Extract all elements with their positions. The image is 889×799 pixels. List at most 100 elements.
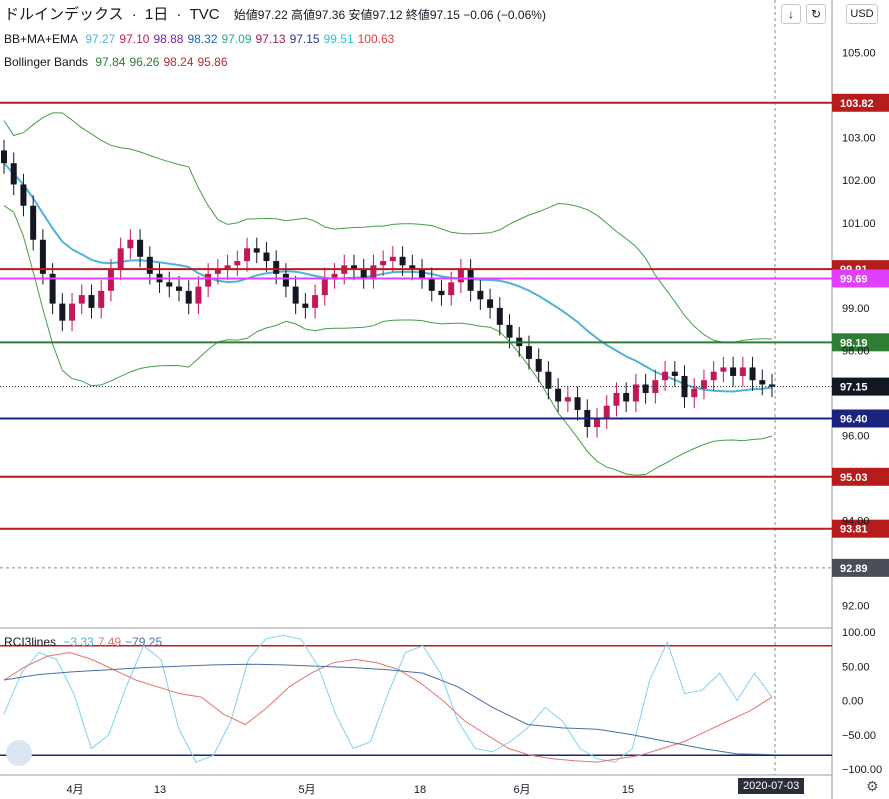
candle-body bbox=[623, 392, 630, 402]
indicator-values: 97.27 97.10 98.88 98.32 97.09 97.13 97.15 99.51… bbox=[85, 32, 398, 46]
candle-body bbox=[360, 269, 367, 279]
time-tick-label: 4月 bbox=[66, 784, 83, 796]
candle-body bbox=[671, 371, 678, 376]
indicator-value: 97.27 bbox=[85, 32, 116, 46]
candle-body bbox=[525, 346, 532, 359]
scroll-down-icon[interactable]: ↓ bbox=[781, 4, 801, 24]
tradingview-logo-icon[interactable] bbox=[6, 740, 32, 766]
candle-body bbox=[759, 380, 766, 385]
candle-body bbox=[253, 248, 260, 253]
time-tick-label: 15 bbox=[622, 784, 634, 796]
indicator-name: Bollinger Bands bbox=[4, 55, 89, 69]
candle-body bbox=[730, 367, 737, 376]
candle-body bbox=[88, 295, 95, 308]
indicator-value: 97.09 bbox=[221, 32, 252, 46]
candle-body bbox=[117, 248, 124, 270]
candle-body bbox=[574, 397, 581, 410]
candle-body bbox=[321, 278, 328, 296]
candle-body bbox=[185, 290, 192, 304]
price-chart[interactable]: 103.8299.9199.6998.1996.4095.0393.8197.1… bbox=[0, 0, 889, 799]
candle-body bbox=[642, 384, 649, 393]
indicator-value: −3.33 bbox=[63, 635, 94, 649]
candle-body bbox=[263, 252, 270, 262]
price-tick-label: 99.00 bbox=[842, 303, 870, 315]
candle-body bbox=[370, 265, 377, 279]
indicator-bollinger[interactable]: Bollinger Bands 97.84 96.26 98.24 95.86 bbox=[4, 55, 236, 69]
header-sep: · bbox=[176, 6, 182, 23]
rci-tick-label: 50.00 bbox=[842, 661, 870, 673]
candle-body bbox=[399, 256, 406, 266]
price-label: 95.03 bbox=[840, 472, 868, 484]
time-tick-label: 13 bbox=[154, 784, 166, 796]
indicator-rci[interactable]: RCI3lines −3.33 7.49 −79.25 bbox=[4, 635, 170, 649]
candle-body bbox=[146, 256, 153, 274]
indicator-value: 98.88 bbox=[153, 32, 184, 46]
price-tick-label: 96.00 bbox=[842, 431, 870, 443]
indicator-value: 95.86 bbox=[197, 55, 228, 69]
candle-body bbox=[10, 163, 17, 185]
candle-body bbox=[78, 295, 85, 304]
indicator-values: 97.84 96.26 98.24 95.86 bbox=[95, 55, 231, 69]
candle-body bbox=[273, 261, 280, 274]
indicator-name: BB+MA+EMA bbox=[4, 32, 79, 46]
time-tick-label: 5月 bbox=[298, 784, 315, 796]
indicator-value: 97.84 bbox=[95, 55, 126, 69]
candle-body bbox=[69, 303, 76, 321]
last-price-label: 97.15 bbox=[840, 382, 868, 394]
indicator-value: −79.25 bbox=[125, 635, 163, 649]
candle-body bbox=[594, 418, 601, 428]
indicator-value: 97.13 bbox=[255, 32, 286, 46]
indicator-value: 100.63 bbox=[357, 32, 395, 46]
candle-body bbox=[205, 273, 212, 287]
header-sep: · bbox=[131, 6, 137, 23]
candle-body bbox=[234, 261, 241, 266]
candle-body bbox=[700, 380, 707, 389]
candle-body bbox=[496, 307, 503, 325]
indicator-value: 7.49 bbox=[97, 635, 122, 649]
candle-body bbox=[603, 405, 610, 419]
rci-tick-label: −100.00 bbox=[842, 764, 882, 776]
candle-body bbox=[302, 303, 309, 308]
date-badge: 2020-07-03 bbox=[738, 778, 805, 794]
candle-body bbox=[613, 392, 620, 406]
currency-button[interactable]: USD bbox=[846, 4, 878, 24]
ohlc-values: 始値97.22 高値97.36 安値97.12 終値97.15 −0.06 (−… bbox=[233, 8, 546, 22]
candle-body bbox=[292, 286, 299, 304]
candle-body bbox=[127, 239, 134, 249]
time-tick-label: 18 bbox=[414, 784, 426, 796]
candle-body bbox=[477, 290, 484, 300]
indicator-value: 96.26 bbox=[129, 55, 160, 69]
symbol-name[interactable]: ドルインデックス bbox=[4, 6, 124, 23]
candle-body bbox=[380, 261, 387, 266]
candle-body bbox=[739, 367, 746, 376]
price-tick-label: 105.00 bbox=[842, 48, 876, 60]
candle-body bbox=[214, 269, 221, 274]
candle-body bbox=[564, 397, 571, 402]
candle-body bbox=[691, 388, 698, 398]
candle-body bbox=[107, 269, 114, 291]
candle-body bbox=[175, 286, 182, 291]
candle-body bbox=[30, 205, 37, 240]
candle-body bbox=[195, 286, 202, 304]
candle-body bbox=[438, 290, 445, 296]
indicator-bbmaema[interactable]: BB+MA+EMA 97.27 97.10 98.88 98.32 97.09 97.13… bbox=[4, 32, 402, 46]
interval-label[interactable]: 1日 bbox=[145, 6, 168, 23]
price-tick-label: 103.00 bbox=[842, 133, 876, 145]
candle-body bbox=[20, 184, 27, 206]
gear-icon[interactable]: ⚙ bbox=[866, 778, 879, 795]
price-tick-label: 94.00 bbox=[842, 516, 870, 528]
crosshair-price-label: 92.89 bbox=[840, 563, 868, 575]
candle-body bbox=[137, 239, 144, 257]
refresh-icon[interactable]: ↻ bbox=[806, 4, 826, 24]
indicator-name: RCI3lines bbox=[4, 635, 57, 649]
indicator-value: 99.51 bbox=[323, 32, 354, 46]
rci-tick-label: 100.00 bbox=[842, 627, 876, 639]
indicator-value: 97.10 bbox=[119, 32, 150, 46]
candle-body bbox=[312, 295, 319, 308]
candle-body bbox=[535, 358, 542, 372]
rci-tick-label: −50.00 bbox=[842, 730, 876, 742]
candle-body bbox=[282, 273, 289, 287]
candle-body bbox=[428, 278, 435, 291]
rci-tick-label: 0.00 bbox=[842, 696, 863, 708]
price-tick-label: 98.00 bbox=[842, 345, 870, 357]
